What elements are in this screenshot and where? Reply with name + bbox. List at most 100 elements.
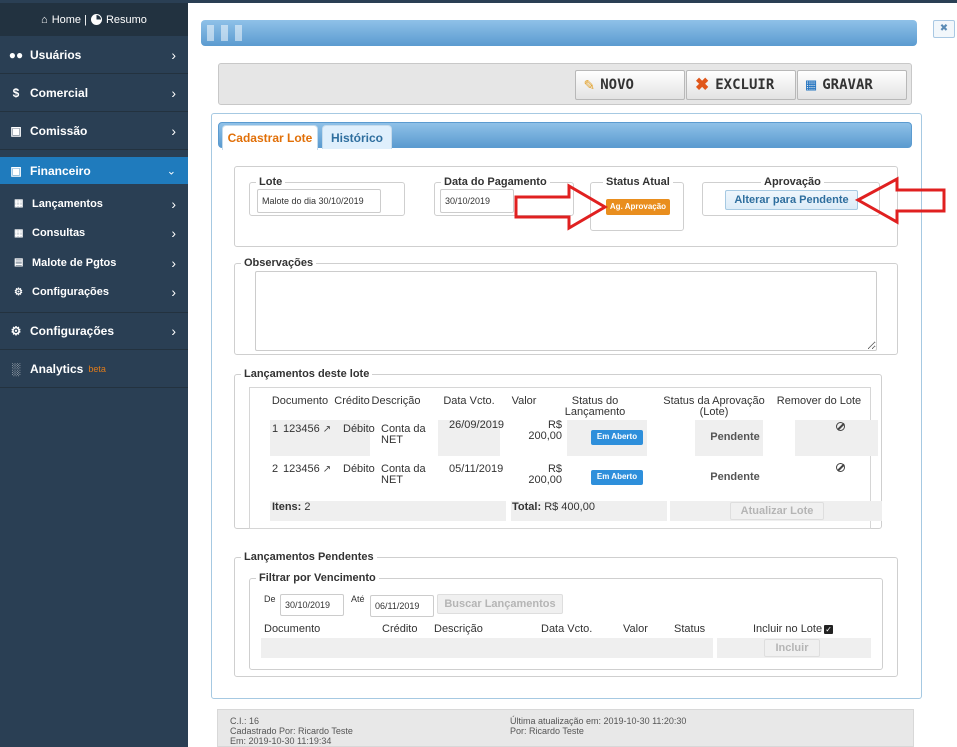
aprovacao-pendente: Pendente xyxy=(710,431,760,443)
external-link-icon[interactable]: ↗ xyxy=(323,424,331,435)
sidebar-item-usuarios[interactable]: ●● Usuários › xyxy=(0,36,188,74)
document-icon: ▦ xyxy=(14,227,24,239)
col-header: Data Vcto. xyxy=(443,395,495,407)
sidebar-subitem-consultas[interactable]: ▦ Consultas › xyxy=(0,219,188,249)
row-credito: Débito xyxy=(343,423,375,435)
save-icon: ▦ xyxy=(806,75,817,95)
lancamentos-pendentes-legend: Lançamentos Pendentes xyxy=(244,551,374,563)
sidebar-subitem-label: Malote de Pgtos xyxy=(32,256,117,269)
lote-input[interactable] xyxy=(257,189,381,213)
row-credito: Débito xyxy=(343,463,375,475)
observacoes-textarea[interactable] xyxy=(255,271,877,351)
col-header: Documento xyxy=(264,623,321,635)
col-header: Valor xyxy=(511,395,537,407)
row-documento[interactable]: 123456 ↗ xyxy=(283,463,331,476)
de-date-input[interactable] xyxy=(280,594,344,616)
sidebar-subitem-configuracoes[interactable]: ⚙ Configurações › xyxy=(0,278,188,308)
chevron-right-icon: › xyxy=(171,195,176,212)
lancamentos-lote-table: Documento Crédito Descrição Data Vcto. V… xyxy=(249,387,882,529)
money-icon: ▣ xyxy=(10,123,22,138)
col-header: Status xyxy=(674,623,706,635)
novo-button[interactable]: ✎ NOVO xyxy=(575,70,685,100)
col-header: Data Vcto. xyxy=(541,623,593,635)
row-descricao: Conta da NET xyxy=(381,463,426,486)
resumo-link[interactable]: Resumo xyxy=(106,14,147,26)
header-pattern xyxy=(207,25,249,41)
remove-icon[interactable] xyxy=(836,422,845,431)
sidebar-item-label: Comercial xyxy=(30,85,89,100)
dollar-icon: $ xyxy=(12,85,20,100)
pie-chart-icon[interactable] xyxy=(90,14,102,25)
row-descricao: Conta da NET xyxy=(381,423,426,446)
data-pagamento-input[interactable] xyxy=(440,189,514,213)
aprovacao-legend: Aprovação xyxy=(764,176,821,188)
sidebar-subitem-label: Configurações xyxy=(32,286,110,299)
alterar-pendente-button[interactable]: Alterar para Pendente xyxy=(725,190,858,210)
sidebar-subitem-label: Lançamentos xyxy=(32,197,103,210)
sidebar-item-label: Comissão xyxy=(30,123,88,138)
chevron-right-icon: › xyxy=(171,323,176,339)
documento-text: 123456 xyxy=(283,423,320,435)
itens-summary: Itens: 2 xyxy=(272,502,311,513)
chevron-right-icon: › xyxy=(171,284,176,301)
incluir-button[interactable]: Incluir xyxy=(764,639,820,657)
home-link[interactable]: Home | xyxy=(52,14,87,26)
sidebar-item-label: Financeiro xyxy=(30,163,91,178)
sidebar-subitem-malote[interactable]: ▤ Malote de Pgtos › xyxy=(0,248,188,278)
home-icon[interactable]: ⌂ xyxy=(41,14,48,26)
observacoes-legend: Observações xyxy=(244,257,314,269)
red-arrow-right-icon xyxy=(514,183,608,231)
sidebar-item-label: Usuários xyxy=(30,47,82,62)
documento-text: 123456 xyxy=(283,463,320,475)
red-arrow-left-icon xyxy=(855,176,946,225)
footer-cadastrado: Cadastrado Por: Ricardo Teste xyxy=(230,726,353,736)
gear-icon: ⚙ xyxy=(14,286,23,298)
col-header: Descrição xyxy=(371,395,421,407)
window-header xyxy=(201,20,917,46)
footer-ultima-atualizacao: Última atualização em: 2019-10-30 11:20:… xyxy=(510,716,687,726)
incluir-header-label: Incluir no Lote xyxy=(753,623,823,635)
itens-label: Itens: xyxy=(272,501,302,513)
status-em-aberto-badge: Em Aberto xyxy=(591,470,643,485)
total-label: Total: xyxy=(512,501,542,513)
row-valor: R$ 200,00 xyxy=(528,419,562,442)
gears-icon: ⚙ xyxy=(10,324,22,338)
chevron-right-icon: › xyxy=(171,84,176,101)
sidebar-item-analytics[interactable]: ░ Analytics beta xyxy=(0,350,188,388)
excluir-label: EXCLUIR xyxy=(715,77,775,93)
tab-historico[interactable]: Histórico xyxy=(322,125,392,149)
tab-bar: Cadastrar Lote Histórico xyxy=(218,122,912,150)
sidebar-item-comercial[interactable]: $ Comercial › xyxy=(0,74,188,112)
atualizar-lote-button[interactable]: Atualizar Lote xyxy=(730,502,824,520)
sidebar-subitem-lancamentos[interactable]: ▦ Lançamentos › xyxy=(0,189,188,219)
ate-date-input[interactable] xyxy=(370,595,434,617)
chevron-right-icon: › xyxy=(171,225,176,242)
col-header-incluir: Incluir no Lote ✓ xyxy=(753,623,834,635)
itens-value: 2 xyxy=(304,501,311,513)
tab-cadastrar-lote[interactable]: Cadastrar Lote xyxy=(222,125,318,150)
sidebar-item-configuracoes[interactable]: ⚙ Configurações › xyxy=(0,313,188,350)
beta-badge: beta xyxy=(88,363,106,374)
sidebar-item-financeiro[interactable]: ▣ Financeiro ⌄ xyxy=(0,157,188,184)
toolbar: ✎ NOVO ✖ EXCLUIR ▦ GRAVAR xyxy=(218,63,912,105)
col-header: Valor xyxy=(623,623,648,635)
status-em-aberto-badge: Em Aberto xyxy=(591,430,643,445)
chevron-right-icon: › xyxy=(171,254,176,271)
delete-x-icon: ✖ xyxy=(695,75,710,94)
main-content: ✖ ✎ NOVO ✖ EXCLUIR ▦ GRAVAR Cadastrar Lo… xyxy=(188,3,957,747)
row-documento[interactable]: 123456 ↗ xyxy=(283,423,331,436)
row-data: 26/09/2019 xyxy=(449,419,505,431)
close-icon[interactable]: ✖ xyxy=(933,20,955,38)
remove-icon[interactable] xyxy=(836,463,845,472)
sidebar-item-comissao[interactable]: ▣ Comissão › xyxy=(0,112,188,150)
external-link-icon[interactable]: ↗ xyxy=(323,464,331,475)
excluir-button[interactable]: ✖ EXCLUIR xyxy=(686,70,796,100)
chevron-right-icon: › xyxy=(171,122,176,139)
status-badge: Ag. Aprovação xyxy=(606,199,670,215)
lote-legend: Lote xyxy=(259,176,283,188)
col-header: Status do Lançamento xyxy=(564,395,626,418)
buscar-lancamentos-button[interactable]: Buscar Lançamentos xyxy=(437,594,563,614)
checkbox-checked-icon[interactable]: ✓ xyxy=(824,624,834,634)
gravar-button[interactable]: ▦ GRAVAR xyxy=(797,70,907,100)
footer-por: Por: Ricardo Teste xyxy=(510,726,584,736)
